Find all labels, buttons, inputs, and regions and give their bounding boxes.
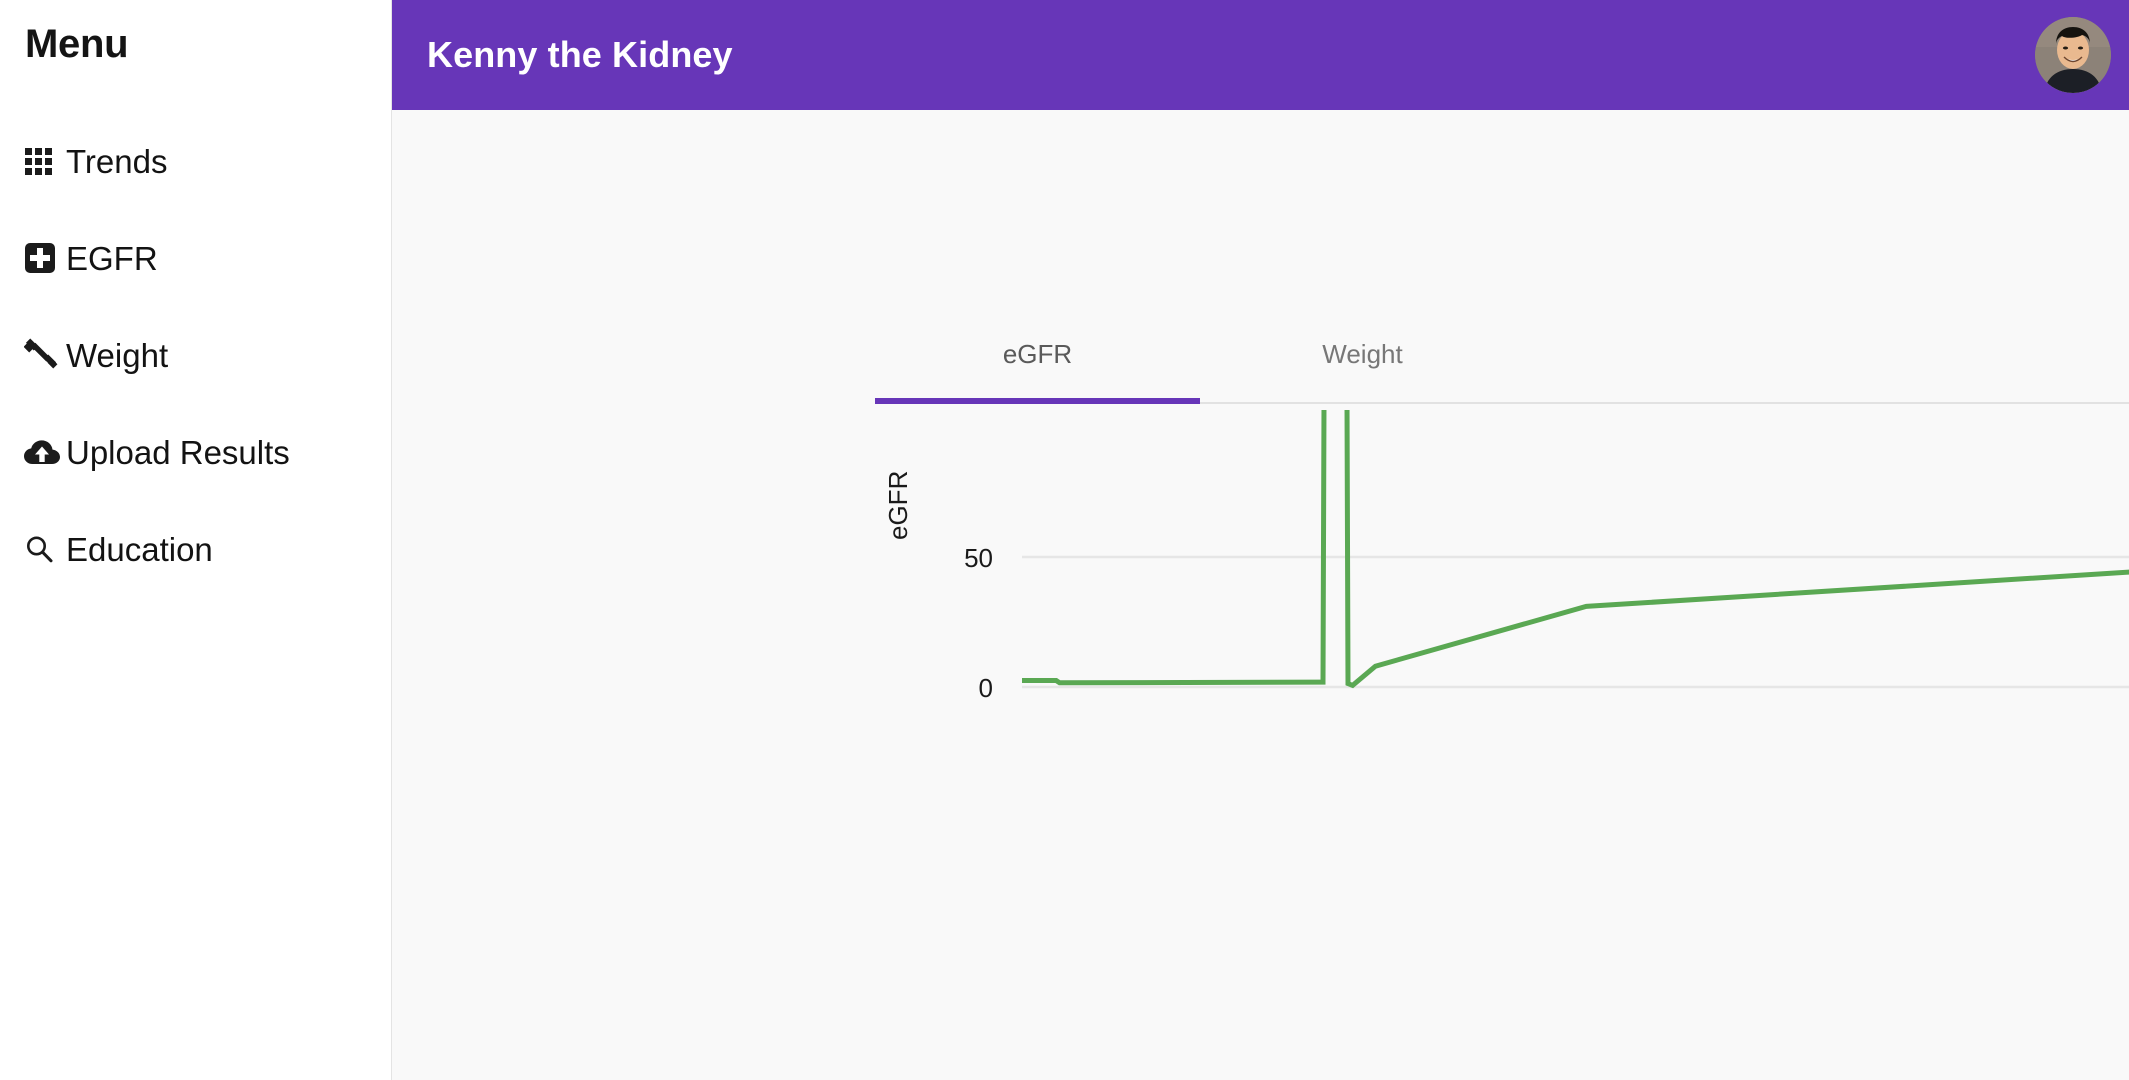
app-header: Kenny the Kidney <box>392 0 2129 110</box>
chart-plot: 50 0 <box>964 410 2129 703</box>
app-root: Menu Trends EGFR Weight Upload Results E… <box>0 0 2129 1080</box>
dumbbell-icon <box>24 334 66 376</box>
egfr-chart: eGFR 50 0 <box>875 410 2129 790</box>
sidebar-item-label-education: Education <box>66 530 213 568</box>
sidebar-item-egfr[interactable]: EGFR <box>0 230 391 286</box>
sidebar-menu-list: Trends EGFR Weight Upload Results Educat… <box>0 133 391 577</box>
avatar[interactable] <box>2035 17 2111 93</box>
tab-weight[interactable]: Weight <box>1200 306 1525 402</box>
sidebar-item-education[interactable]: Education <box>0 521 391 577</box>
plus-square-icon <box>24 237 66 279</box>
page-title: Kenny the Kidney <box>427 34 733 75</box>
sidebar-item-label-weight: Weight <box>66 336 169 374</box>
main-content: Kenny the Kidney eGFR Weight eGFR 50 0 <box>392 0 2129 1080</box>
ytick-label-0: 0 <box>979 673 993 703</box>
sidebar-item-upload-results[interactable]: Upload Results <box>0 424 391 480</box>
sidebar-item-trends[interactable]: Trends <box>0 133 391 189</box>
sidebar-item-label-trends: Trends <box>66 142 168 180</box>
sidebar-item-label-egfr: EGFR <box>66 239 158 277</box>
menu-title: Menu <box>25 22 129 66</box>
ytick-label-50: 50 <box>964 543 993 573</box>
search-icon <box>24 528 66 570</box>
content-body: eGFR Weight eGFR 50 0 <box>392 110 2129 1080</box>
sidebar: Menu Trends EGFR Weight Upload Results E… <box>0 0 392 1080</box>
chart-y-axis-title: eGFR <box>883 470 913 540</box>
chart-tabs: eGFR Weight <box>875 306 2129 404</box>
tab-egfr[interactable]: eGFR <box>875 306 1200 404</box>
sidebar-item-label-upload-results: Upload Results <box>66 433 290 471</box>
cloud-upload-icon <box>24 431 66 473</box>
grid-icon <box>24 140 66 182</box>
sidebar-item-weight[interactable]: Weight <box>0 327 391 383</box>
chart-series-egfr <box>1022 410 2129 689</box>
avatar-image <box>2035 17 2111 93</box>
